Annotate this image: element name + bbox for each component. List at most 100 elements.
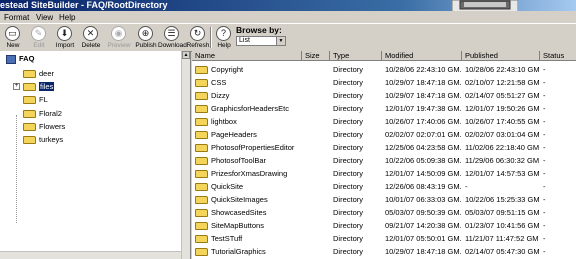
folder-icon	[23, 123, 36, 132]
table-row[interactable]: QuickSite Directory 12/26/06 08:43:19 GM..…	[192, 180, 576, 193]
cell-text: -	[543, 182, 546, 191]
cell-text: Directory	[333, 208, 364, 217]
table-row[interactable]: CSS Directory 10/29/07 18:47:18 GM... 02/10…	[192, 76, 576, 89]
cell-text: -	[465, 182, 468, 191]
cell-type: Directory	[333, 219, 381, 232]
tree-item-label: FL	[39, 95, 48, 104]
cell-text: 11/21/07 11:47:52 GM...	[465, 234, 539, 243]
help-icon: ?	[216, 26, 231, 41]
cell-text: 12/25/06 04:23:58 GM...	[385, 143, 461, 152]
cell-size	[305, 245, 329, 258]
expand-icon[interactable]: +	[13, 83, 20, 90]
cell-status: -	[543, 128, 575, 141]
tree-horizontal-scrollbar[interactable]	[0, 251, 181, 259]
column-header-size[interactable]: Size	[302, 51, 330, 61]
cell-status: -	[543, 232, 575, 245]
table-row[interactable]: QuickSiteImages Directory 10/01/07 06:33:0…	[192, 193, 576, 206]
cell-type: Directory	[333, 128, 381, 141]
menu-help[interactable]: Help	[59, 13, 75, 22]
cell-status: -	[543, 167, 575, 180]
cell-text: QuickSite	[211, 182, 244, 191]
cell-type: Directory	[333, 206, 381, 219]
browse-by-select[interactable]: List ▼	[236, 36, 286, 46]
scroll-up-icon[interactable]: ▲	[182, 51, 190, 59]
tree-root[interactable]: FAQ	[6, 53, 34, 65]
tree-item-floral2[interactable]: Floral2	[23, 108, 62, 120]
table-row[interactable]: SiteMapButtons Directory 09/21/07 14:20:38…	[192, 219, 576, 232]
table-row[interactable]: Dizzy Directory 10/29/07 18:47:18 GM... 02/…	[192, 89, 576, 102]
cell-type: Directory	[333, 102, 381, 115]
cell-published: 11/29/06 06:30:32 GM...	[465, 154, 539, 167]
cell-published: 10/26/07 17:40:55 GM...	[465, 115, 539, 128]
column-header-status[interactable]: Status	[540, 51, 576, 61]
menu-format[interactable]: Format	[4, 13, 29, 22]
table-row[interactable]: TestSTuff Directory 12/01/07 05:50:01 GM..…	[192, 232, 576, 245]
table-row[interactable]: PageHeaders Directory 02/02/07 02:07:01 GM…	[192, 128, 576, 141]
cell-published: 11/21/07 11:47:52 GM...	[465, 232, 539, 245]
column-header-type[interactable]: Type	[330, 51, 382, 61]
table-row[interactable]: lightbox Directory 10/26/07 17:40:06 GM...…	[192, 115, 576, 128]
cell-published: 10/22/06 15:25:33 GM...	[465, 193, 539, 206]
menu-view[interactable]: View	[36, 13, 53, 22]
table-row[interactable]: PrizesforXmasDrawing Directory 12/01/07 14…	[192, 167, 576, 180]
column-header-modified[interactable]: Modified	[382, 51, 462, 61]
cell-text: Copyright	[211, 65, 244, 74]
tree-item-files[interactable]: files	[23, 81, 55, 93]
tree-item-flowers[interactable]: Flowers	[23, 121, 65, 133]
tree-vertical-scrollbar[interactable]: ▲	[181, 51, 190, 259]
publish-button[interactable]: ⊕ Publish	[133, 25, 159, 50]
cell-text: -	[543, 221, 546, 230]
cell-text: -	[543, 234, 546, 243]
edit-button[interactable]: ✎ Edit	[27, 25, 51, 50]
column-header-published[interactable]: Published	[462, 51, 540, 61]
tree-item-turkeys[interactable]: turkeys	[23, 134, 63, 146]
folder-icon	[195, 66, 208, 75]
cell-published: 02/10/07 12:21:58 GM...	[465, 76, 539, 89]
cell-published: 02/14/07 05:47:30 GM...	[465, 245, 539, 258]
cell-text: 10/26/07 17:40:06 GM...	[385, 117, 461, 126]
cell-text: 12/26/06 08:43:19 GM...	[385, 182, 461, 191]
cell-status: -	[543, 193, 575, 206]
cell-text: 12/01/07 19:47:38 GM...	[385, 104, 461, 113]
preview-button[interactable]: ◉ Preview	[106, 25, 132, 50]
table-row[interactable]: PhotosofToolBar Directory 10/22/06 05:09:3…	[192, 154, 576, 167]
import-button[interactable]: ⬇ Import	[53, 25, 77, 50]
cell-name: PageHeaders	[195, 128, 301, 141]
tree-item-label: Flowers	[39, 122, 66, 131]
download-button[interactable]: ☰ Download	[158, 25, 187, 50]
folder-icon	[195, 183, 208, 192]
tree-item-deer[interactable]: deer	[23, 68, 54, 80]
cell-modified: 02/02/07 02:07:01 GM...	[385, 128, 461, 141]
chevron-down-icon[interactable]: ▼	[276, 37, 285, 45]
cell-published: 01/23/07 10:41:56 GM...	[465, 219, 539, 232]
table-row[interactable]: PhotosofPropertiesEditor Directory 12/25/0…	[192, 141, 576, 154]
refresh-button[interactable]: ↻ Refresh	[186, 25, 210, 50]
cell-text: Directory	[333, 104, 364, 113]
window-title: estead SiteBuilder - FAQ/RootDirectory	[0, 0, 168, 10]
publish-icon: ⊕	[138, 26, 153, 41]
delete-button[interactable]: ✕ Delete	[79, 25, 103, 50]
column-header-name[interactable]: Name	[192, 51, 302, 61]
folder-icon	[195, 79, 208, 88]
help-button[interactable]: ? Help	[213, 25, 235, 50]
browse-by-label: Browse by:	[236, 25, 282, 35]
cell-status: -	[543, 141, 575, 154]
cell-text: 12/01/07 14:50:09 GM...	[385, 169, 461, 178]
cell-text: -	[543, 143, 546, 152]
folder-icon	[23, 136, 36, 145]
cell-size	[305, 167, 329, 180]
cell-text: Directory	[333, 117, 364, 126]
cell-size	[305, 63, 329, 76]
cell-text: Dizzy	[211, 91, 230, 100]
tree-item-label: files	[39, 82, 55, 91]
table-row[interactable]: Copyright Directory 10/28/06 22:43:10 GM..…	[192, 63, 576, 76]
cell-text: Directory	[333, 156, 364, 165]
tree-item-fl[interactable]: FL	[23, 94, 48, 106]
new-button[interactable]: ▭ New	[1, 25, 25, 50]
cell-text: 02/02/07 03:01:04 GM...	[465, 130, 539, 139]
tree-item-label: Floral2	[39, 109, 62, 118]
table-row[interactable]: GraphicsforHeadersEtc Directory 12/01/07 1…	[192, 102, 576, 115]
cell-status: -	[543, 180, 575, 193]
table-row[interactable]: ShowcasedSites Directory 05/03/07 09:50:39…	[192, 206, 576, 219]
table-row[interactable]: TutorialGraphics Directory 10/29/07 18:47:…	[192, 245, 576, 258]
